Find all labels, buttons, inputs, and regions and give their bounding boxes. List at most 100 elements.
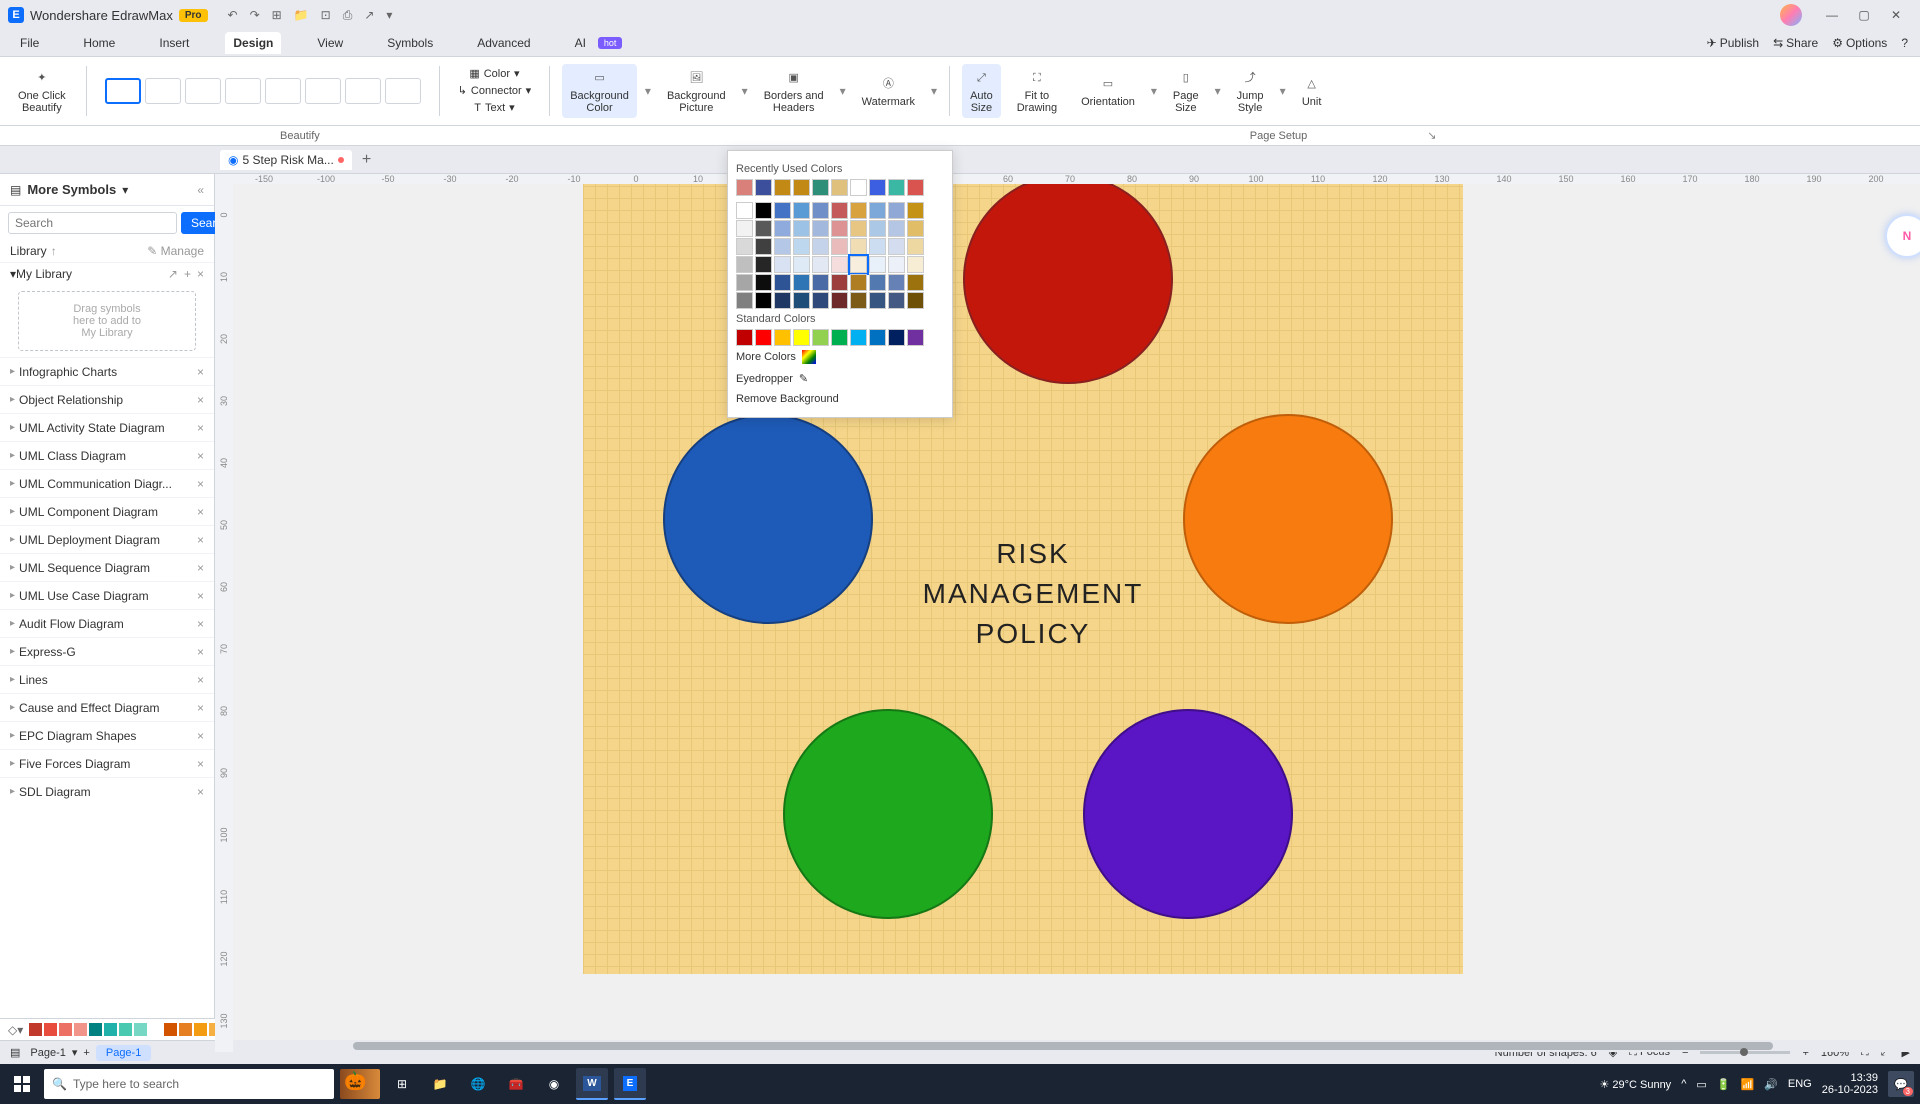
- color-swatch[interactable]: [850, 274, 867, 291]
- page-dropdown-arrow[interactable]: ▾: [72, 1046, 78, 1059]
- connector-dropdown[interactable]: ↳ Connector ▾: [452, 83, 538, 99]
- color-swatch[interactable]: [755, 329, 772, 346]
- page-size-button[interactable]: ▯ Page Size: [1165, 64, 1207, 118]
- color-swatch[interactable]: [869, 274, 886, 291]
- file-explorer-icon[interactable]: 📁: [424, 1068, 456, 1100]
- add-tab-button[interactable]: +: [362, 151, 371, 169]
- page-tab-current[interactable]: Page-1: [96, 1045, 151, 1061]
- color-swatch[interactable]: [755, 220, 772, 237]
- shape-circle-red[interactable]: [963, 184, 1173, 384]
- menu-advanced[interactable]: Advanced: [469, 32, 538, 54]
- unit-button[interactable]: △ Unit: [1294, 70, 1330, 112]
- maximize-button[interactable]: ▢: [1856, 7, 1872, 23]
- color-swatch[interactable]: [736, 238, 753, 255]
- shape-circle-green[interactable]: [783, 709, 993, 919]
- color-swatch[interactable]: [736, 274, 753, 291]
- more-colors-button[interactable]: More Colors: [736, 346, 944, 368]
- bg-picture-dropdown-arrow[interactable]: ▾: [742, 84, 748, 98]
- color-swatch[interactable]: [812, 256, 829, 273]
- color-swatch[interactable]: [907, 179, 924, 196]
- category-item[interactable]: ▸UML Class Diagram×: [0, 441, 214, 469]
- category-item[interactable]: ▸UML Sequence Diagram×: [0, 553, 214, 581]
- add-page-button[interactable]: +: [83, 1047, 89, 1059]
- color-dropdown[interactable]: ▦ Color ▾: [452, 66, 538, 82]
- page-dropdown[interactable]: Page-1: [30, 1047, 65, 1059]
- orientation-button[interactable]: ▭ Orientation: [1073, 70, 1143, 112]
- palette-swatch[interactable]: [74, 1023, 87, 1036]
- color-swatch[interactable]: [831, 256, 848, 273]
- color-swatch[interactable]: [850, 220, 867, 237]
- center-text-label[interactable]: RISK MANAGEMENT POLICY: [893, 534, 1173, 654]
- color-swatch[interactable]: [736, 329, 753, 346]
- color-swatch[interactable]: [774, 292, 791, 309]
- color-swatch[interactable]: [774, 238, 791, 255]
- taskbar-highlight[interactable]: 🎃: [340, 1069, 380, 1099]
- color-swatch[interactable]: [850, 179, 867, 196]
- color-swatch[interactable]: [736, 256, 753, 273]
- shape-circle-orange[interactable]: [1183, 414, 1393, 624]
- close-category-icon[interactable]: ×: [197, 421, 204, 435]
- palette-anchor-icon[interactable]: ◇▾: [8, 1023, 23, 1037]
- shape-circle-purple[interactable]: [1083, 709, 1293, 919]
- library-label[interactable]: Library: [10, 244, 47, 258]
- menu-symbols[interactable]: Symbols: [379, 32, 441, 54]
- color-swatch[interactable]: [831, 292, 848, 309]
- taskbar-search[interactable]: 🔍 Type here to search: [44, 1069, 334, 1099]
- color-swatch[interactable]: [907, 292, 924, 309]
- color-swatch[interactable]: [755, 238, 772, 255]
- edrawmax-taskbar-icon[interactable]: E: [614, 1068, 646, 1100]
- color-swatch[interactable]: [907, 220, 924, 237]
- color-swatch[interactable]: [869, 179, 886, 196]
- color-swatch[interactable]: [812, 274, 829, 291]
- close-button[interactable]: ✕: [1888, 7, 1904, 23]
- color-swatch[interactable]: [907, 202, 924, 219]
- undo-icon[interactable]: ↶: [228, 8, 238, 23]
- minimize-button[interactable]: —: [1824, 7, 1840, 23]
- palette-swatch[interactable]: [29, 1023, 42, 1036]
- watermark-button[interactable]: Ⓐ Watermark: [854, 70, 923, 112]
- color-swatch[interactable]: [831, 274, 848, 291]
- palette-swatch[interactable]: [119, 1023, 132, 1036]
- color-swatch[interactable]: [869, 238, 886, 255]
- tray-meet-icon[interactable]: ▭: [1696, 1078, 1706, 1091]
- symbol-search-input[interactable]: [8, 212, 177, 234]
- color-swatch[interactable]: [793, 292, 810, 309]
- color-swatch[interactable]: [774, 256, 791, 273]
- beautify-preset-5[interactable]: [265, 78, 301, 104]
- plus-lib-icon[interactable]: +: [184, 267, 191, 281]
- color-swatch[interactable]: [850, 256, 867, 273]
- notification-center-icon[interactable]: 💬3: [1888, 1071, 1914, 1097]
- menu-insert[interactable]: Insert: [151, 32, 197, 54]
- background-color-button[interactable]: ▭ Background Color: [562, 64, 637, 118]
- color-swatch[interactable]: [755, 202, 772, 219]
- menu-home[interactable]: Home: [75, 32, 123, 54]
- category-item[interactable]: ▸UML Use Case Diagram×: [0, 581, 214, 609]
- document-tab[interactable]: ◉ 5 Step Risk Ma...: [220, 150, 352, 170]
- color-swatch[interactable]: [755, 256, 772, 273]
- shape-circle-blue[interactable]: [663, 414, 873, 624]
- word-icon[interactable]: W: [576, 1068, 608, 1100]
- category-item[interactable]: ▸UML Activity State Diagram×: [0, 413, 214, 441]
- palette-swatch[interactable]: [44, 1023, 57, 1036]
- category-item[interactable]: ▸Infographic Charts×: [0, 357, 214, 385]
- color-swatch[interactable]: [736, 202, 753, 219]
- publish-button[interactable]: ✈ Publish: [1707, 36, 1759, 50]
- tray-wifi-icon[interactable]: 📶: [1740, 1078, 1754, 1091]
- color-swatch[interactable]: [812, 202, 829, 219]
- color-swatch[interactable]: [774, 220, 791, 237]
- edge-browser-icon[interactable]: 🌐: [462, 1068, 494, 1100]
- menu-ai[interactable]: AI: [567, 32, 594, 54]
- help-icon[interactable]: ?: [1901, 36, 1908, 50]
- store-icon[interactable]: 🧰: [500, 1068, 532, 1100]
- taskbar-clock[interactable]: 13:39 26-10-2023: [1822, 1072, 1878, 1096]
- weather-widget[interactable]: ☀ 29°C Sunny: [1599, 1078, 1671, 1091]
- background-picture-button[interactable]: 🖼 Background Picture: [659, 64, 734, 118]
- jump-style-button[interactable]: ⤴ Jump Style: [1229, 64, 1272, 118]
- borders-headers-button[interactable]: ▣ Borders and Headers: [756, 64, 832, 118]
- color-swatch[interactable]: [907, 256, 924, 273]
- redo-icon[interactable]: ↷: [250, 8, 260, 23]
- color-swatch[interactable]: [755, 179, 772, 196]
- orientation-dropdown-arrow[interactable]: ▾: [1151, 84, 1157, 98]
- color-swatch[interactable]: [888, 238, 905, 255]
- category-item[interactable]: ▸Five Forces Diagram×: [0, 749, 214, 777]
